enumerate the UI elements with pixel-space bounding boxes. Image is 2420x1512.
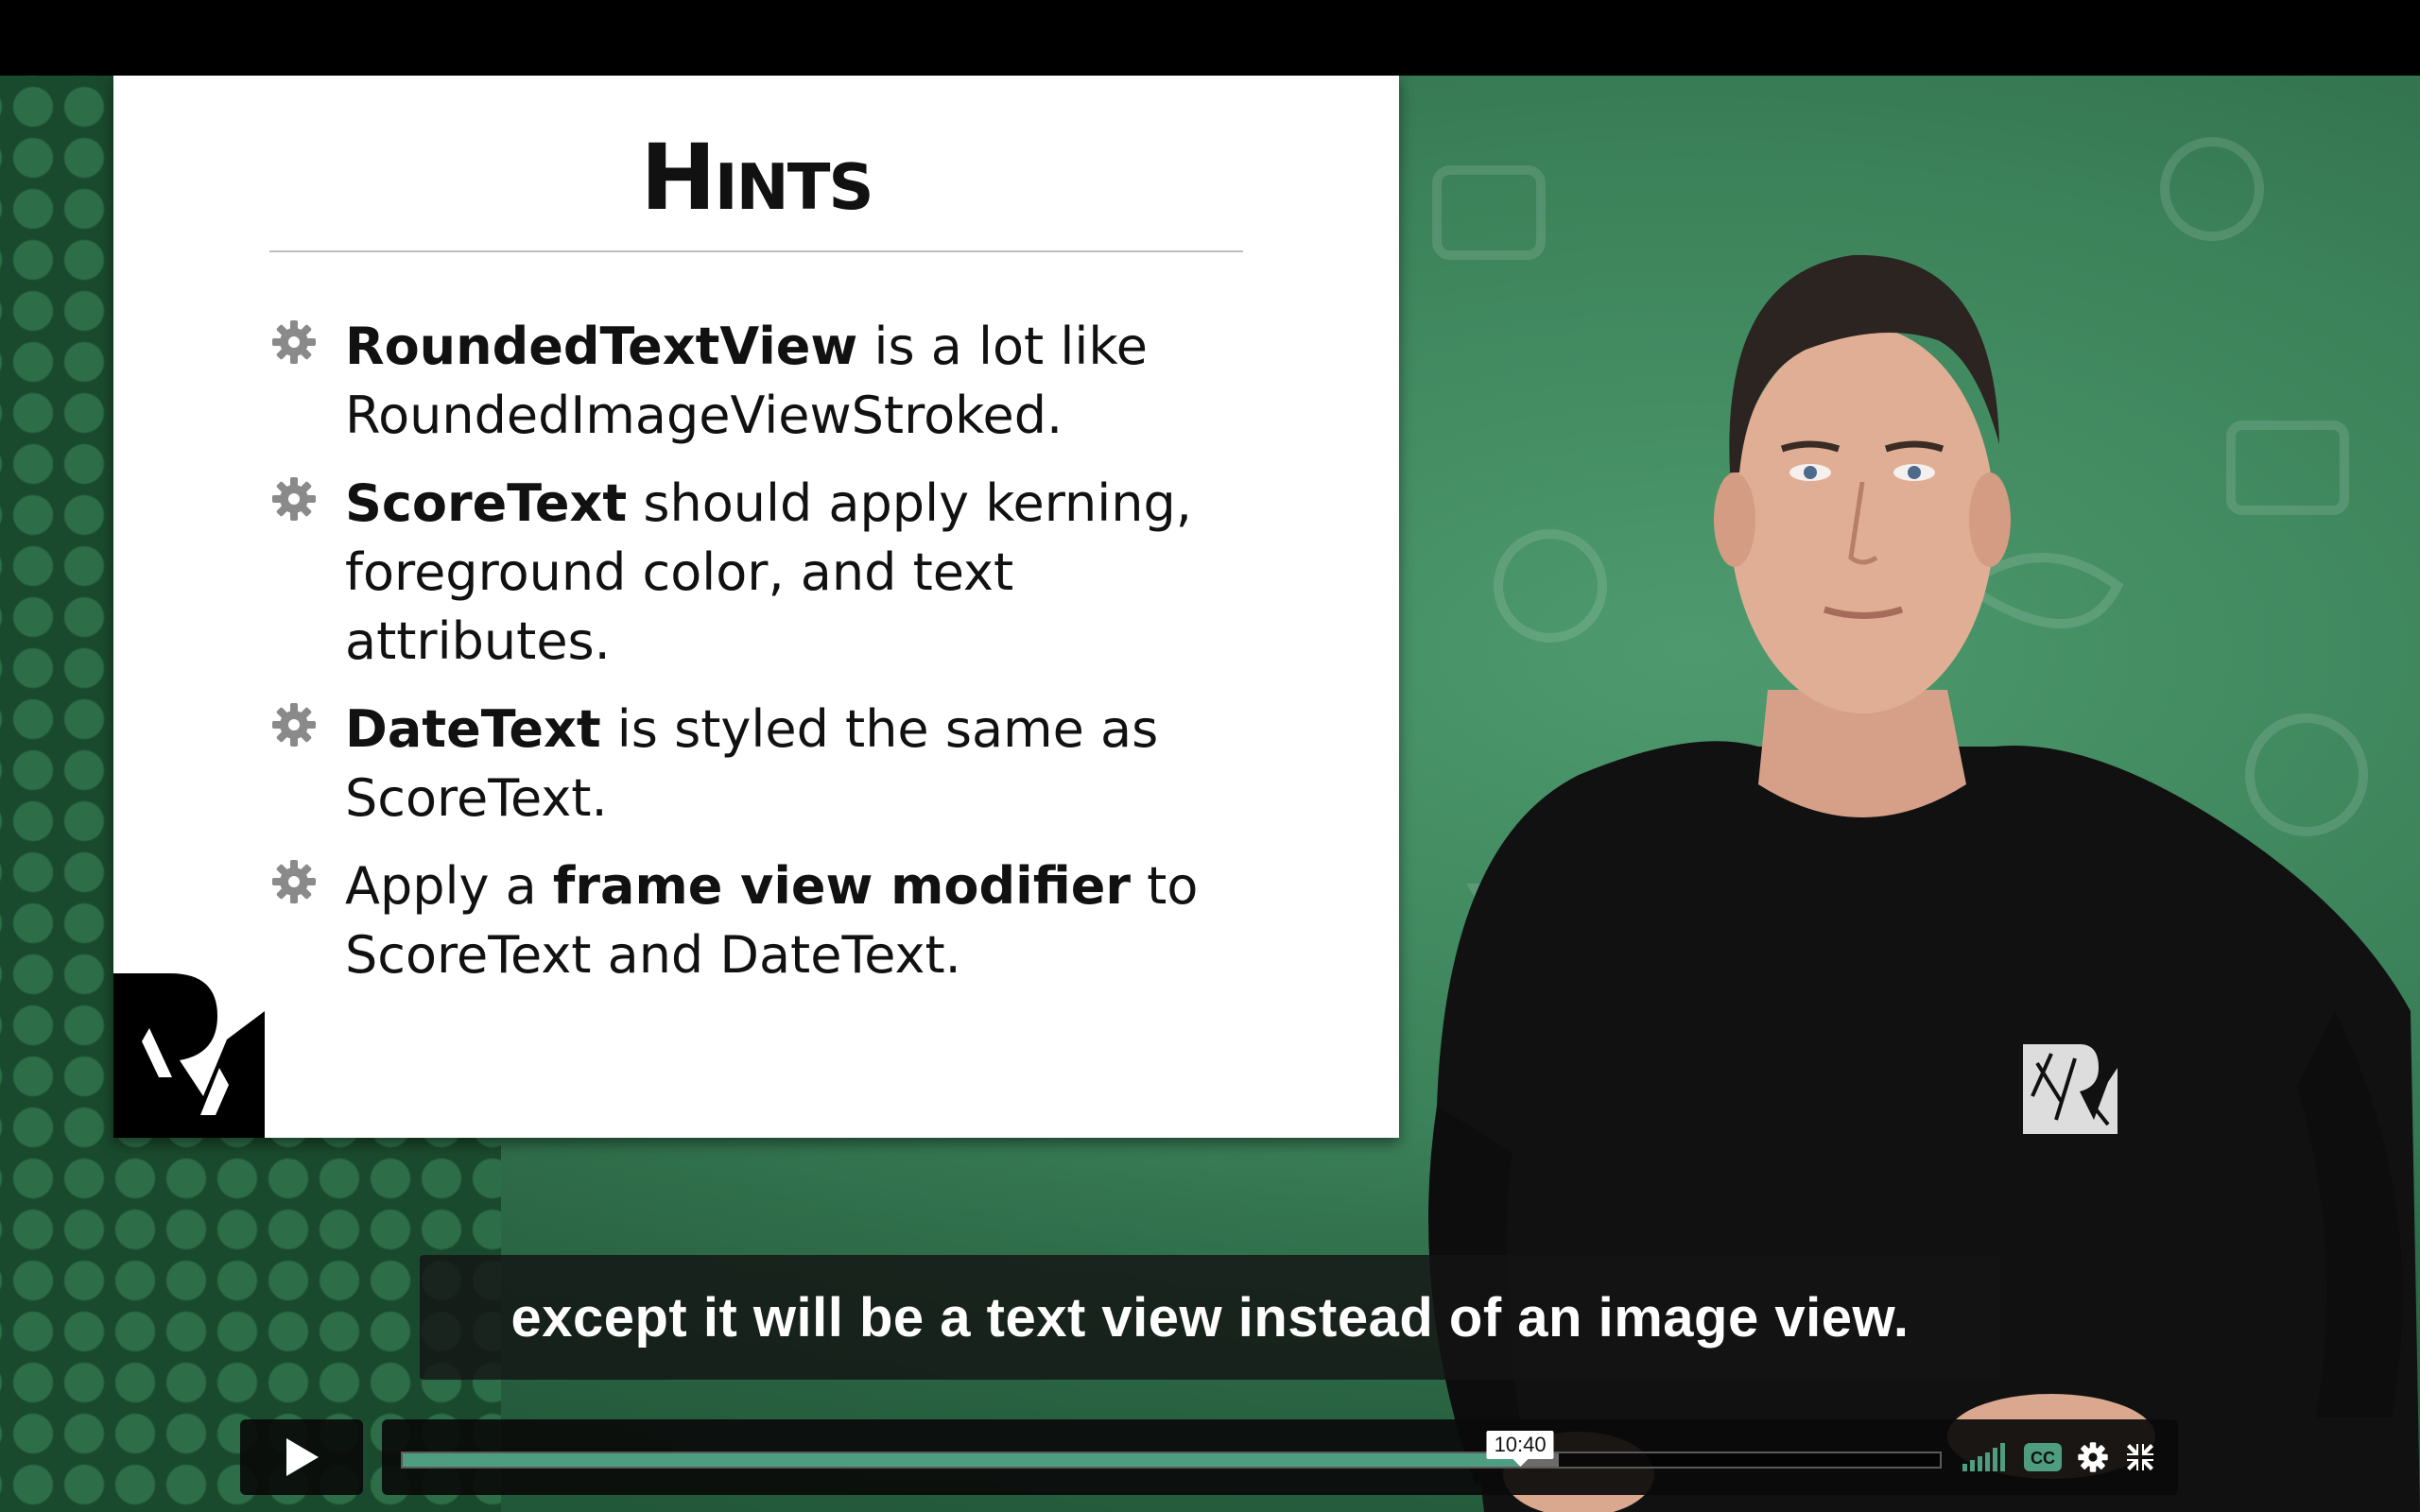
volume-icon[interactable] [1961, 1440, 2008, 1474]
bullet-list: RoundedTextView is a lot like RoundedIma… [269, 312, 1271, 1008]
subtitle-caption: except it will be a text view instead of… [420, 1255, 2000, 1380]
gear-icon [272, 703, 316, 747]
bullet-keyword: DateText [345, 699, 601, 759]
bullet-keyword: frame view modifier [552, 856, 1131, 916]
gear-icon [272, 477, 316, 521]
play-icon [286, 1438, 319, 1476]
bullet-keyword: RoundedTextView [345, 317, 858, 376]
title-divider [269, 250, 1243, 252]
bullet-item: RoundedTextView is a lot like RoundedIma… [269, 312, 1271, 450]
gear-icon [272, 320, 316, 364]
play-button[interactable] [240, 1419, 363, 1495]
svg-text:CC: CC [2031, 1449, 2055, 1468]
fullscreen-exit-icon[interactable] [2121, 1440, 2159, 1474]
settings-icon[interactable] [2074, 1440, 2112, 1474]
bullet-item: DateText is styled the same as ScoreText… [269, 695, 1271, 833]
bullet-item: Apply a frame view modifier to ScoreText… [269, 851, 1271, 989]
video-player[interactable]: Hints RoundedTextView is a lot like Roun… [0, 0, 2420, 1512]
rw-logo-icon [113, 973, 265, 1138]
progress-fill [403, 1453, 1521, 1467]
player-controls: 10:40 CC [240, 1418, 2178, 1497]
cc-icon[interactable]: CC [2022, 1440, 2064, 1474]
caption-text: except it will be a text view instead of… [510, 1286, 1910, 1349]
presentation-slide: Hints RoundedTextView is a lot like Roun… [113, 76, 1399, 1138]
bullet-item: ScoreText should apply kerning, foregrou… [269, 469, 1271, 676]
bullet-text-prefix: Apply a [345, 856, 553, 916]
gear-icon [272, 860, 316, 903]
bullet-keyword: ScoreText [345, 473, 628, 533]
control-bar: 10:40 CC [382, 1419, 2178, 1495]
hover-time-tooltip: 10:40 [1486, 1431, 1554, 1467]
progress-track[interactable]: 10:40 [401, 1431, 1942, 1469]
slide-title: Hints [640, 125, 873, 231]
video-frame[interactable]: Hints RoundedTextView is a lot like Roun… [0, 76, 2420, 1512]
